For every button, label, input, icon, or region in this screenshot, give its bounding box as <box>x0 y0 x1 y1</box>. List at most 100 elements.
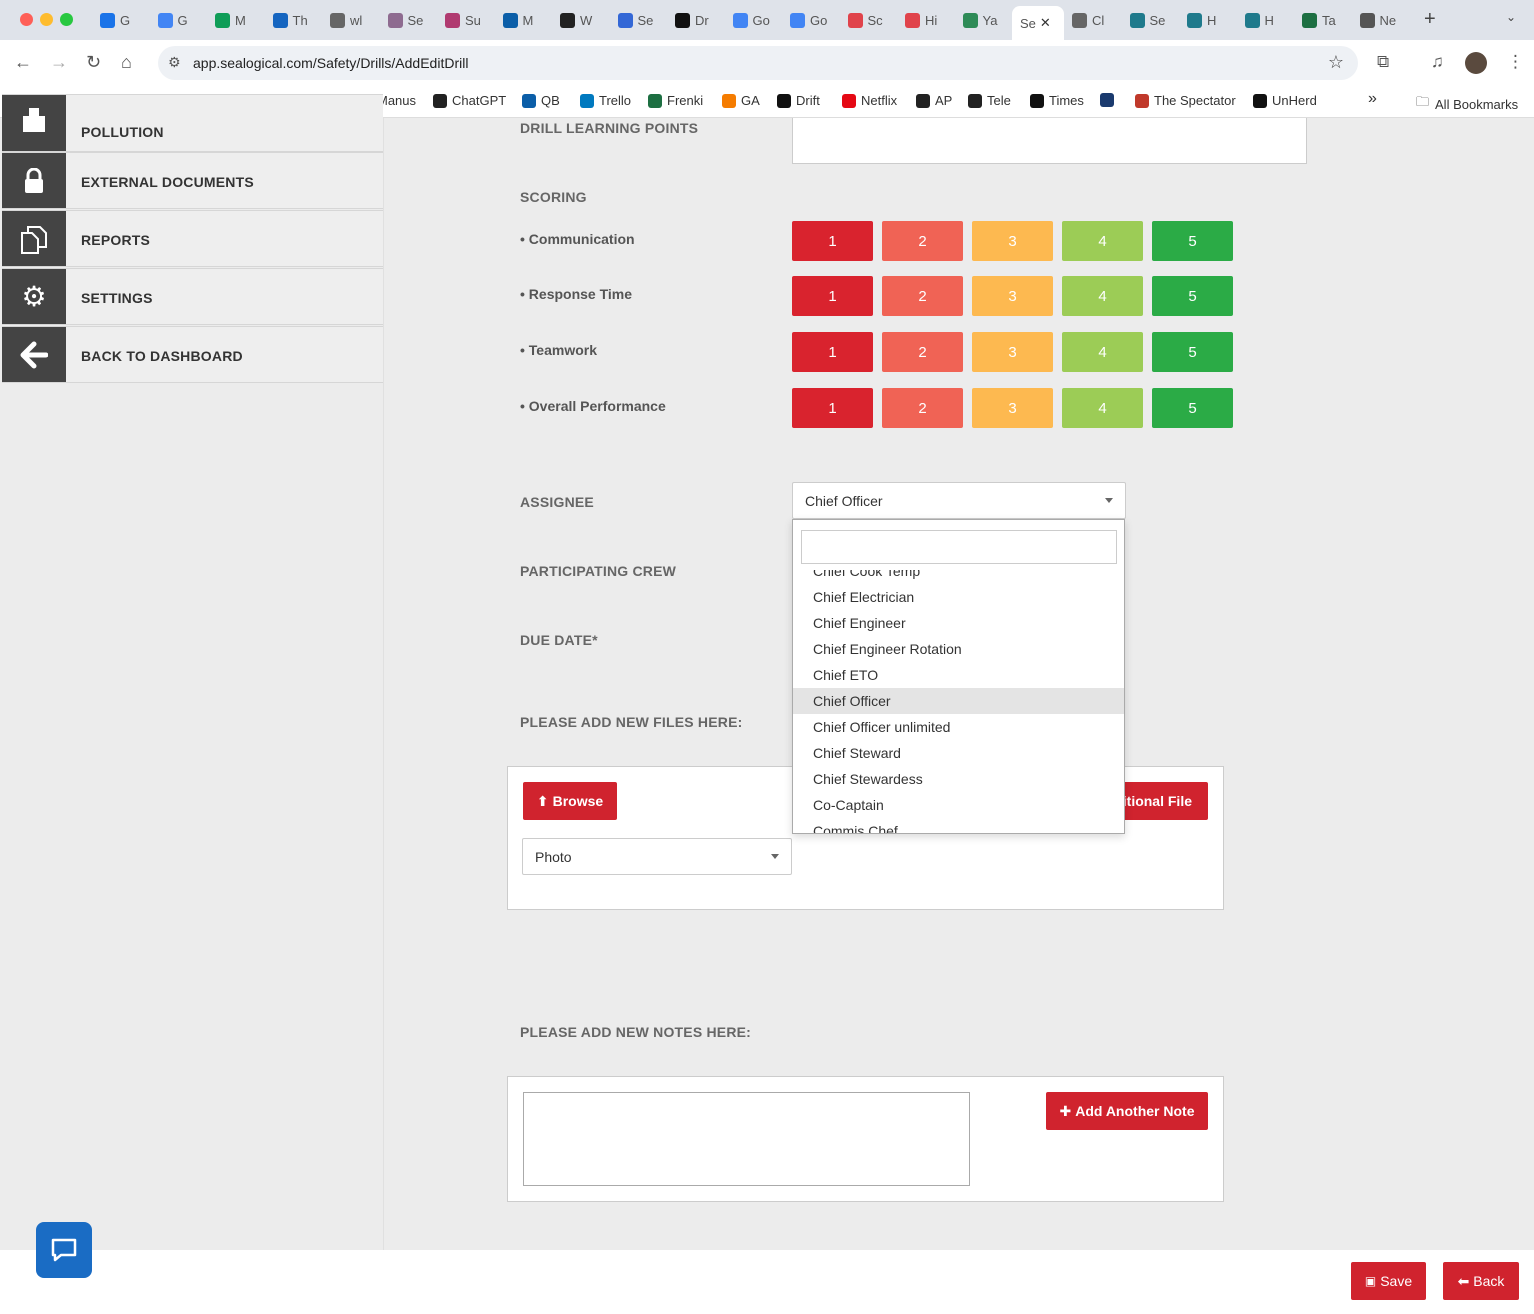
score-button-5[interactable]: 5 <box>1152 388 1233 428</box>
new-tab-button[interactable]: + <box>1424 8 1436 31</box>
add-additional-file-button[interactable]: itional File <box>1120 782 1208 820</box>
browser-tab[interactable]: Se <box>610 6 668 34</box>
score-button-2[interactable]: 2 <box>882 276 963 316</box>
profile-avatar[interactable] <box>1465 52 1487 74</box>
sidebar-item-pollution[interactable]: POLLUTION <box>2 94 383 152</box>
bookmark-item[interactable]: Drift <box>777 93 820 108</box>
assignee-search-input[interactable] <box>801 530 1117 564</box>
bookmark-item[interactable]: ChatGPT <box>433 93 506 108</box>
browser-tab[interactable]: Ya <box>955 6 1013 34</box>
tab-search-chevron-icon[interactable]: ⌄ <box>1506 10 1516 24</box>
bookmark-item[interactable]: Times <box>1030 93 1084 108</box>
site-settings-icon[interactable]: ⚙ <box>168 54 181 71</box>
bookmark-item[interactable]: Trello <box>580 93 631 108</box>
assignee-option[interactable]: Co-Captain <box>793 792 1124 818</box>
assignee-option[interactable]: Chief Electrician <box>793 584 1124 610</box>
score-button-3[interactable]: 3 <box>972 276 1053 316</box>
assignee-option[interactable]: Chief Officer <box>793 688 1124 714</box>
assignee-option[interactable]: Chief Steward <box>793 740 1124 766</box>
sidebar-item-settings[interactable]: ⚙ SETTINGS <box>2 268 383 325</box>
browser-tab[interactable]: Ne <box>1352 6 1410 34</box>
score-button-4[interactable]: 4 <box>1062 221 1143 261</box>
score-button-1[interactable]: 1 <box>792 332 873 372</box>
score-button-5[interactable]: 5 <box>1152 221 1233 261</box>
browser-tab-active[interactable]: Se ✕ <box>1012 6 1064 40</box>
browser-tab[interactable]: M <box>495 6 553 34</box>
sidebar-item-back-to-dashboard[interactable]: BACK TO DASHBOARD <box>2 326 383 383</box>
browser-tab[interactable]: G <box>150 6 208 34</box>
file-type-select[interactable]: Photo <box>522 838 792 875</box>
assignee-option[interactable]: Chief Engineer <box>793 610 1124 636</box>
score-button-2[interactable]: 2 <box>882 221 963 261</box>
browser-tab[interactable]: wl <box>322 6 380 34</box>
score-button-2[interactable]: 2 <box>882 388 963 428</box>
score-button-1[interactable]: 1 <box>792 276 873 316</box>
score-button-1[interactable]: 1 <box>792 221 873 261</box>
bookmark-item[interactable]: Frenki <box>648 93 703 108</box>
back-arrow-icon[interactable]: ← <box>14 52 32 73</box>
assignee-option[interactable]: Chief ETO <box>793 662 1124 688</box>
sidebar-item-external-documents[interactable]: EXTERNAL DOCUMENTS <box>2 152 383 209</box>
bookmark-star-icon[interactable]: ☆ <box>1328 52 1344 73</box>
browser-tab[interactable]: Cl <box>1064 6 1122 34</box>
browser-tab[interactable]: Hi <box>897 6 955 34</box>
browser-tab[interactable]: Dr <box>667 6 725 34</box>
url-bar[interactable]: ⚙ app.sealogical.com/Safety/Drills/AddEd… <box>158 46 1358 80</box>
browser-tab[interactable]: M <box>207 6 265 34</box>
bookmark-item[interactable]: Tele <box>968 93 1011 108</box>
browser-tab[interactable]: H <box>1237 6 1295 34</box>
bookmark-item[interactable]: QB <box>522 93 560 108</box>
assignee-option[interactable]: Commis Chef <box>793 818 1124 833</box>
bookmark-item[interactable] <box>1100 93 1119 107</box>
browser-tab[interactable]: G <box>92 6 150 34</box>
back-button[interactable]: ⬅ Back <box>1443 1262 1519 1300</box>
assignee-option[interactable]: Chief Officer unlimited <box>793 714 1124 740</box>
reload-icon[interactable]: ↻ <box>86 52 101 73</box>
maximize-window-icon[interactable] <box>60 13 73 26</box>
chat-widget-button[interactable] <box>36 1222 92 1278</box>
browser-tab[interactable]: Ta <box>1294 6 1352 34</box>
forward-arrow-icon[interactable]: → <box>50 52 68 73</box>
browser-tab[interactable]: Su <box>437 6 495 34</box>
sidebar-item-reports[interactable]: REPORTS <box>2 210 383 267</box>
browser-tab[interactable]: H <box>1179 6 1237 34</box>
score-button-4[interactable]: 4 <box>1062 332 1143 372</box>
bookmark-item[interactable]: GA <box>722 93 760 108</box>
media-control-icon[interactable]: ♫ <box>1431 52 1444 72</box>
bookmark-item[interactable]: UnHerd <box>1253 93 1317 108</box>
browser-tab[interactable]: Sc <box>840 6 898 34</box>
score-button-3[interactable]: 3 <box>972 221 1053 261</box>
score-button-4[interactable]: 4 <box>1062 276 1143 316</box>
browser-menu-icon[interactable]: ⋮ <box>1507 52 1524 72</box>
browser-tab[interactable]: Se <box>380 6 438 34</box>
score-button-2[interactable]: 2 <box>882 332 963 372</box>
more-bookmarks-button[interactable]: » <box>1368 90 1377 108</box>
assignee-select[interactable]: Chief Officer <box>792 482 1126 519</box>
save-button[interactable]: ▣ Save <box>1351 1262 1426 1300</box>
add-another-note-button[interactable]: ✚ Add Another Note <box>1046 1092 1208 1130</box>
notes-textarea[interactable] <box>523 1092 970 1186</box>
bookmark-item[interactable]: Netflix <box>842 93 897 108</box>
home-icon[interactable]: ⌂ <box>121 52 132 73</box>
browse-button[interactable]: ⬆ Browse <box>523 782 617 820</box>
minimize-window-icon[interactable] <box>40 13 53 26</box>
close-tab-icon[interactable]: ✕ <box>1040 15 1051 31</box>
bookmark-item[interactable]: AP <box>916 93 952 108</box>
score-button-5[interactable]: 5 <box>1152 276 1233 316</box>
learning-points-textarea[interactable] <box>792 118 1307 164</box>
all-bookmarks-button[interactable]: 🗀 All Bookmarks <box>1416 93 1518 115</box>
browser-tab[interactable]: Se <box>1122 6 1180 34</box>
assignee-option[interactable]: Chief Stewardess <box>793 766 1124 792</box>
score-button-3[interactable]: 3 <box>972 332 1053 372</box>
assignee-option[interactable]: Chief Engineer Rotation <box>793 636 1124 662</box>
browser-tab[interactable]: Th <box>265 6 323 34</box>
browser-tab[interactable]: Go <box>725 6 783 34</box>
bookmark-item[interactable]: The Spectator <box>1135 93 1236 108</box>
extensions-icon[interactable]: ⧉ <box>1377 52 1389 72</box>
score-button-3[interactable]: 3 <box>972 388 1053 428</box>
score-button-1[interactable]: 1 <box>792 388 873 428</box>
browser-tab[interactable]: W <box>552 6 610 34</box>
browser-tab[interactable]: Go <box>782 6 840 34</box>
score-button-5[interactable]: 5 <box>1152 332 1233 372</box>
close-window-icon[interactable] <box>20 13 33 26</box>
